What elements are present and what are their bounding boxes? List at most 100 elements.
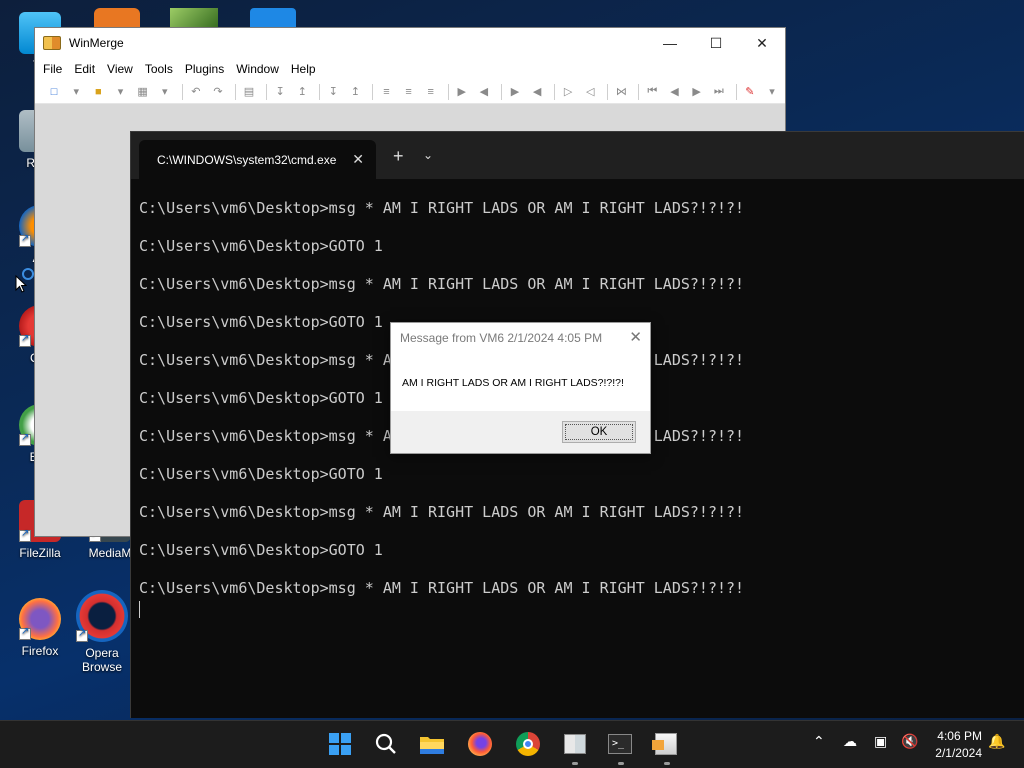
copy-left-advance-icon[interactable]: ◀ bbox=[528, 83, 546, 101]
winmerge-icon bbox=[564, 734, 586, 754]
toolbar-separator bbox=[554, 83, 556, 100]
terminal-tab[interactable]: C:\WINDOWS\system32\cmd.exe ✕ bbox=[139, 140, 376, 179]
open-folder-icon[interactable]: ■ bbox=[89, 83, 107, 101]
toolbar: □ ▾ ■ ▾ ▦ ▾ ↶ ↷ ▤ ↧ ↥ ↧ ↥ ≡ ≡ ≡ ▶ ◀ ▶ ◀ … bbox=[35, 80, 785, 104]
menu-edit[interactable]: Edit bbox=[68, 62, 101, 76]
desktop-icon-firefox[interactable]: Firefox bbox=[2, 598, 78, 658]
taskbar: >_ ⌃ ☁ ▣ 🔇 4:06 PM 2/1/2024 🔔 bbox=[0, 720, 1024, 768]
winmerge-app-icon bbox=[43, 36, 61, 50]
next-diff-icon[interactable]: ↧ bbox=[271, 83, 289, 101]
desktop-icon-label: Opera Browse bbox=[81, 646, 122, 674]
menu-plugins[interactable]: Plugins bbox=[179, 62, 230, 76]
new-tab-button[interactable]: + bbox=[393, 146, 404, 167]
last-diff-icon[interactable]: ↥ bbox=[346, 83, 364, 101]
message-dialog[interactable]: Message from VM6 2/1/2024 4:05 PM ✕ AM I… bbox=[390, 322, 651, 454]
prev-file-icon[interactable]: ◀ bbox=[665, 83, 683, 101]
terminal-line: C:\Users\vm6\Desktop>msg * AM I RIGHT LA… bbox=[139, 275, 745, 293]
toolbar-separator bbox=[447, 83, 449, 100]
dropdown-arrow-icon[interactable]: ▾ bbox=[763, 83, 781, 101]
redo-icon[interactable]: ↷ bbox=[209, 83, 227, 101]
copy-right-advance-icon[interactable]: ▶ bbox=[506, 83, 524, 101]
taskbar-file-explorer[interactable] bbox=[419, 731, 445, 757]
close-button[interactable]: ✕ bbox=[739, 28, 785, 58]
taskbar-winmerge[interactable] bbox=[562, 731, 588, 757]
show-hidden-icons-chevron-icon[interactable]: ⌃ bbox=[813, 733, 825, 750]
terminal-line: C:\Users\vm6\Desktop>GOTO 1 bbox=[139, 237, 383, 255]
dialog-close-icon[interactable]: ✕ bbox=[629, 323, 642, 353]
winmerge-titlebar[interactable]: WinMerge — ☐ ✕ bbox=[35, 28, 785, 58]
display-icon[interactable]: ▣ bbox=[874, 733, 887, 750]
script-icon bbox=[652, 733, 677, 755]
firefox-icon bbox=[468, 732, 492, 756]
menu-view[interactable]: View bbox=[101, 62, 139, 76]
toolbar-separator bbox=[607, 83, 609, 100]
first-file-icon[interactable]: ⏮ bbox=[643, 83, 661, 101]
desktop-icon-label: FileZilla bbox=[19, 546, 61, 560]
desktop-icon-label: Firefox bbox=[21, 644, 59, 658]
collapse-icon[interactable]: ⋈ bbox=[612, 83, 630, 101]
current-diff-icon[interactable]: ≡ bbox=[377, 83, 395, 101]
save-icon[interactable]: ▦ bbox=[134, 83, 152, 101]
search-button[interactable] bbox=[373, 731, 399, 757]
taskbar-firefox[interactable] bbox=[467, 731, 493, 757]
toolbar-separator bbox=[266, 83, 267, 100]
dialog-titlebar[interactable]: Message from VM6 2/1/2024 4:05 PM ✕ bbox=[391, 323, 650, 353]
dropdown-arrow-icon[interactable]: ▾ bbox=[67, 83, 85, 101]
shortcut-arrow-icon bbox=[19, 432, 31, 446]
text-cursor bbox=[139, 601, 140, 618]
chrome-icon bbox=[516, 732, 540, 756]
menu-window[interactable]: Window bbox=[230, 62, 285, 76]
menu-tools[interactable]: Tools bbox=[139, 62, 179, 76]
menu-help[interactable]: Help bbox=[285, 62, 322, 76]
options-icon[interactable]: ✎ bbox=[741, 83, 759, 101]
dropdown-arrow-icon[interactable]: ▾ bbox=[111, 83, 129, 101]
prev-diff-icon[interactable]: ↥ bbox=[293, 83, 311, 101]
next-file-icon[interactable]: ▶ bbox=[688, 83, 706, 101]
window-title: WinMerge bbox=[69, 36, 124, 50]
terminal-icon: >_ bbox=[608, 734, 632, 754]
taskbar-terminal[interactable]: >_ bbox=[607, 731, 633, 757]
toolbar-separator bbox=[735, 83, 737, 100]
copy-left-icon[interactable]: ◀ bbox=[475, 83, 493, 101]
running-indicator bbox=[618, 762, 624, 765]
tab-dropdown-button[interactable]: ⌄ bbox=[423, 148, 433, 162]
last-file-icon[interactable]: ⏭ bbox=[710, 83, 728, 101]
network-disconnected-icon[interactable]: ☁ bbox=[843, 733, 857, 750]
terminal-line: C:\Users\vm6\Desktop>msg * AM I RIGHT LA… bbox=[139, 579, 745, 597]
volume-muted-icon[interactable]: 🔇 bbox=[901, 733, 918, 750]
new-document-icon[interactable]: □ bbox=[45, 83, 63, 101]
next-conflict-icon[interactable]: ≡ bbox=[400, 83, 418, 101]
terminal-line: C:\Users\vm6\Desktop>msg * AM I RIGHT LA… bbox=[139, 199, 745, 217]
terminal-line: C:\Users\vm6\Desktop>GOTO 1 bbox=[139, 541, 383, 559]
shortcut-arrow-icon bbox=[76, 628, 88, 642]
maximize-button[interactable]: ☐ bbox=[693, 28, 739, 58]
all-left-icon[interactable]: ◁ bbox=[581, 83, 599, 101]
tab-close-icon[interactable]: ✕ bbox=[352, 151, 364, 168]
menu-file[interactable]: File bbox=[37, 62, 68, 76]
toolbar-separator bbox=[638, 83, 640, 100]
print-icon[interactable]: ▤ bbox=[240, 83, 258, 101]
minimize-button[interactable]: — bbox=[647, 28, 693, 58]
busy-ring-icon bbox=[22, 268, 34, 280]
clock-time: 4:06 PM bbox=[937, 729, 982, 743]
shortcut-arrow-icon bbox=[19, 528, 31, 542]
start-button[interactable] bbox=[327, 731, 353, 757]
copy-right-icon[interactable]: ▶ bbox=[453, 83, 471, 101]
toolbar-separator bbox=[319, 83, 321, 100]
prev-conflict-icon[interactable]: ≡ bbox=[422, 83, 440, 101]
undo-icon[interactable]: ↶ bbox=[187, 83, 205, 101]
dropdown-arrow-icon[interactable]: ▾ bbox=[156, 83, 174, 101]
desktop-icon-opera[interactable]: Opera Browse bbox=[74, 590, 130, 674]
taskbar-chrome[interactable] bbox=[515, 731, 541, 757]
dialog-message: AM I RIGHT LADS OR AM I RIGHT LADS?!?!?! bbox=[402, 377, 624, 389]
menubar: File Edit View Tools Plugins Window Help bbox=[35, 58, 785, 80]
first-diff-icon[interactable]: ↧ bbox=[324, 83, 342, 101]
all-right-icon[interactable]: ▷ bbox=[559, 83, 577, 101]
opera-icon bbox=[76, 590, 128, 642]
taskbar-clock[interactable]: 4:06 PM 2/1/2024 bbox=[935, 728, 982, 762]
dialog-title: Message from VM6 2/1/2024 4:05 PM bbox=[400, 331, 603, 345]
ok-button[interactable]: OK bbox=[562, 421, 636, 443]
notification-bell-icon[interactable]: 🔔 bbox=[988, 733, 1005, 750]
shortcut-arrow-icon bbox=[19, 233, 31, 247]
taskbar-msg[interactable] bbox=[652, 731, 679, 757]
